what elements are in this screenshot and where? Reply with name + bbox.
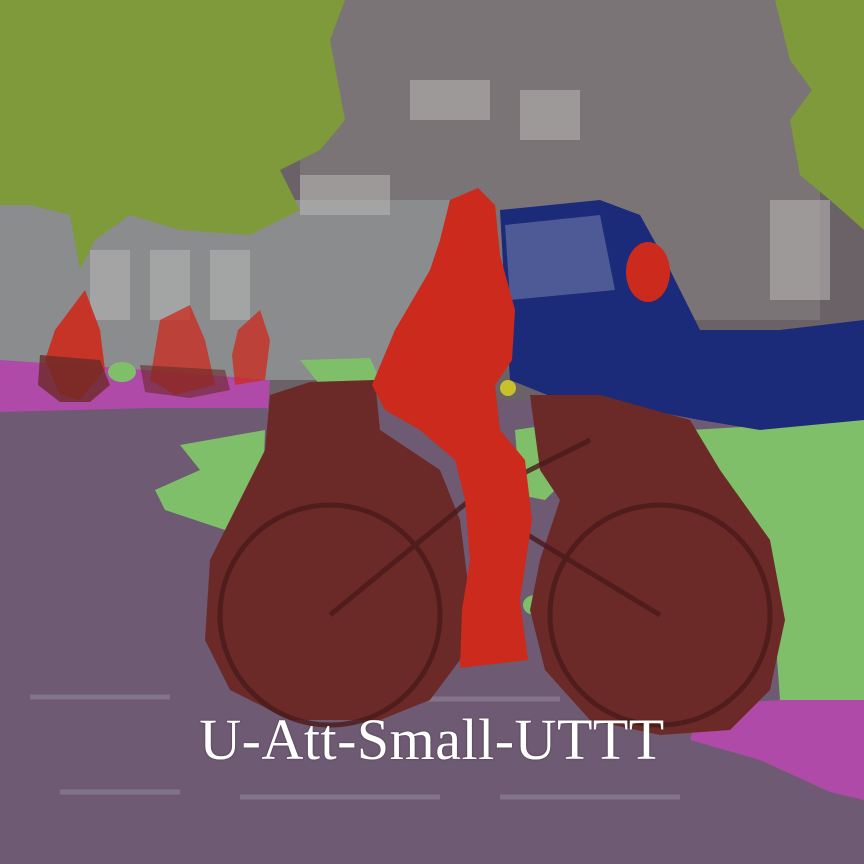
window [90, 250, 130, 320]
segmentation-figure: U-Att-Small-UTTT [0, 0, 864, 864]
window [410, 80, 490, 120]
window [300, 175, 390, 215]
terrain-small [108, 362, 136, 382]
window [770, 200, 830, 300]
model-caption: U-Att-Small-UTTT [199, 707, 665, 772]
window [520, 90, 580, 140]
car-windshield [505, 215, 615, 300]
traffic-sign-marker [500, 380, 516, 396]
window [210, 250, 250, 320]
person-right-head [626, 242, 670, 302]
